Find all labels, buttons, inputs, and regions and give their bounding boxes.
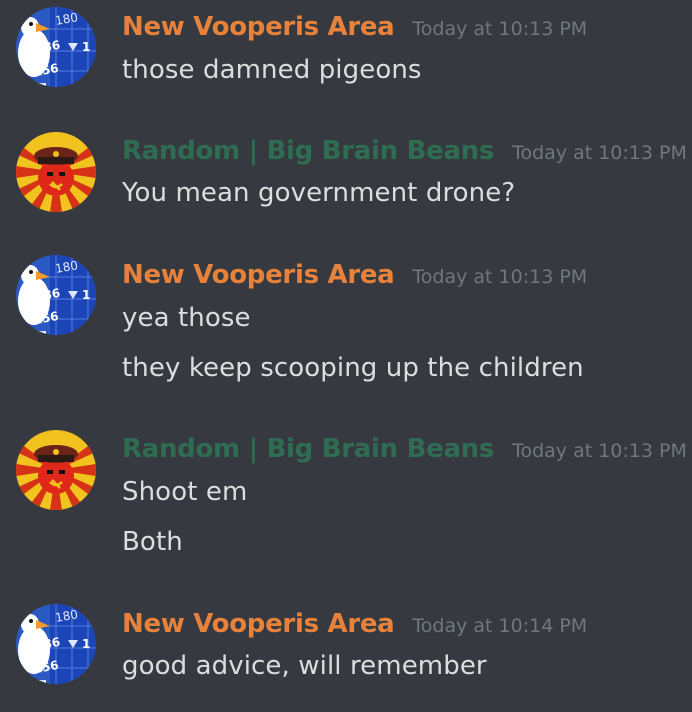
message-text: they keep scooping up the children	[122, 353, 584, 383]
svg-text:1: 1	[82, 288, 90, 302]
author-name[interactable]: New Vooperis Area	[122, 609, 395, 639]
message-timestamp[interactable]: Today at 10:13 PM	[412, 266, 587, 288]
soviet-officer-avatar-icon[interactable]	[16, 132, 96, 212]
message-text: You mean government drone?	[122, 178, 516, 208]
message-text: Shoot em	[122, 477, 248, 507]
author-name[interactable]: New Vooperis Area	[122, 260, 395, 290]
message-header: New Vooperis Area Today at 10:14 PM	[122, 609, 587, 641]
message-header: Random | Big Brain Beans Today at 10:13 …	[122, 434, 687, 466]
author-name[interactable]: Random | Big Brain Beans	[122, 136, 494, 166]
message-header: Random | Big Brain Beans Today at 10:13 …	[122, 136, 687, 168]
goose-stock-ticker-avatar-icon[interactable]: 180 286 1 .156	[16, 7, 96, 87]
author-name[interactable]: New Vooperis Area	[122, 12, 395, 42]
message-text: good advice, will remember	[122, 651, 487, 681]
author-name[interactable]: Random | Big Brain Beans	[122, 434, 494, 464]
message-header: New Vooperis Area Today at 10:13 PM	[122, 12, 587, 44]
message-timestamp[interactable]: Today at 10:13 PM	[512, 142, 687, 164]
soviet-officer-avatar-icon[interactable]	[16, 430, 96, 510]
message-text: Both	[122, 527, 183, 557]
message-timestamp[interactable]: Today at 10:13 PM	[412, 18, 587, 40]
message-text: those damned pigeons	[122, 55, 422, 85]
goose-stock-ticker-avatar-icon[interactable]: 180 286 1 .156	[16, 604, 96, 684]
message-text: yea those	[122, 303, 251, 333]
goose-stock-ticker-avatar-icon[interactable]: 180 286 1 .156	[16, 255, 96, 335]
message-timestamp[interactable]: Today at 10:14 PM	[412, 615, 587, 637]
svg-text:1: 1	[82, 637, 90, 651]
message-timestamp[interactable]: Today at 10:13 PM	[512, 440, 687, 462]
svg-text:1: 1	[82, 40, 90, 54]
message-header: New Vooperis Area Today at 10:13 PM	[122, 260, 587, 292]
